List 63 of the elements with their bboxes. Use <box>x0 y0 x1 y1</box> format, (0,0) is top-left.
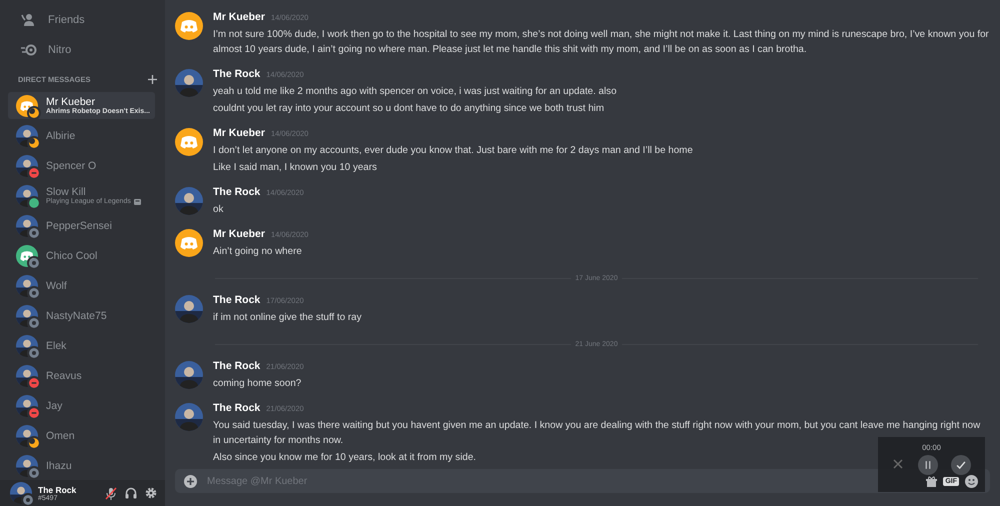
dm-item[interactable]: PepperSensei <box>8 212 155 239</box>
message-text: ok <box>213 204 224 215</box>
dm-name: Wolf <box>46 280 67 292</box>
dm-item[interactable]: Reavus <box>8 362 155 389</box>
muted-microphone-icon[interactable] <box>105 486 117 500</box>
dm-name: NastyNate75 <box>46 310 107 322</box>
avatar-icon <box>175 361 203 389</box>
message-text: Ain’t going no where <box>213 246 302 257</box>
author-name[interactable]: The Rock <box>213 360 260 372</box>
rich-presence-icon <box>134 198 141 204</box>
author-name[interactable]: Mr Kueber <box>213 11 265 23</box>
author-name[interactable]: Mr Kueber <box>213 228 265 240</box>
dm-item[interactable]: Albirie <box>8 122 155 149</box>
avatar-icon <box>175 187 203 215</box>
author-name[interactable]: Mr Kueber <box>213 127 265 139</box>
nitro-icon <box>20 44 38 56</box>
message-text: coming home soon? <box>213 378 302 389</box>
message-text: Like I said man, I known you 10 years <box>213 162 377 173</box>
message-text: if im not online give the stuff to ray <box>213 312 362 323</box>
close-icon[interactable] <box>892 458 904 470</box>
dm-name: Spencer O <box>46 160 96 172</box>
pause-button[interactable] <box>918 455 938 475</box>
dm-name: Mr Kueber <box>46 96 96 108</box>
message-text: yeah u told me like 2 months ago with spencer on voice, i was just waiting for an update. also <box>213 86 617 97</box>
nav-item[interactable]: Friends <box>8 5 150 35</box>
dm-name: Chico Cool <box>46 250 98 262</box>
author-name[interactable]: The Rock <box>213 294 260 306</box>
headphones-icon[interactable] <box>125 487 137 499</box>
dm-item[interactable]: Spencer O <box>8 152 155 179</box>
message-text: You said tuesday, I was there waiting but you havent given me an update. I know you are dealing with the stuff right now with your mom, but you cant leave me hanging right now in uncertainty for months now. <box>213 420 980 446</box>
dm-name: Reavus <box>46 370 82 382</box>
dm-item[interactable]: Chico Cool <box>8 242 155 269</box>
avatar-icon <box>175 403 203 431</box>
user-name: The Rock <box>38 484 78 494</box>
dm-name: Jay <box>46 400 62 412</box>
dm-name: Albirie <box>46 130 76 142</box>
dm-item[interactable]: Wolf <box>8 272 155 299</box>
add-icon[interactable] <box>184 474 197 488</box>
avatar-icon <box>175 295 203 323</box>
dm-item[interactable]: Ihazu <box>8 452 155 479</box>
dm-name: PepperSensei <box>46 220 112 232</box>
author-name[interactable]: The Rock <box>213 68 260 80</box>
settings-icon[interactable] <box>145 487 157 499</box>
dm-item[interactable]: Jay <box>8 392 155 419</box>
message-text: Also since you know me for 10 years, look at it from my side. <box>213 452 476 463</box>
avatar-icon <box>175 69 203 97</box>
dm-item[interactable]: Elek <box>8 332 155 359</box>
nav-item[interactable]: Nitro <box>8 35 150 65</box>
dm-name: Ihazu <box>46 460 72 472</box>
confirm-button[interactable] <box>951 455 971 475</box>
emoji-icon[interactable] <box>965 474 978 488</box>
author-name[interactable]: The Rock <box>213 186 260 198</box>
dm-item[interactable]: Omen <box>8 422 155 449</box>
message-text: I’m not sure 100% dude, I work then go to the hospital to see my mom, she’s not doing well man, she might not make it. Last thing on my mind is runescape bro, I’ve known you for almost 10 years dude, I ain’t going no where man. Please just let me handle this shit with my mom, and I’ll be on as soon as I can brotha. <box>213 29 989 55</box>
message-text: couldnt you let ray into your account so u dont have to do anything since we both trust him <box>213 103 604 114</box>
dm-name: Slow Kill <box>46 186 87 198</box>
plus-icon[interactable] <box>148 75 157 84</box>
gift-icon[interactable] <box>926 476 938 486</box>
dm-item[interactable]: NastyNate75 <box>8 302 155 329</box>
dm-name: Omen <box>46 430 75 442</box>
author-name[interactable]: The Rock <box>213 402 260 414</box>
message-text: I don’t let anyone on my accounts, ever dude you know that. Just bare with me for 2 days man and I’ll be home <box>213 145 693 156</box>
dm-name: Elek <box>46 340 66 352</box>
